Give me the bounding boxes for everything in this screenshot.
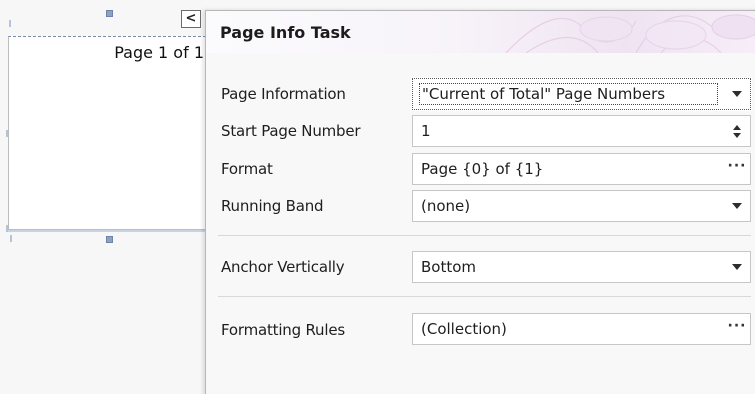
- chevron-down-icon: [732, 203, 742, 209]
- label-running-band: Running Band: [221, 197, 324, 215]
- formatting-rules-value: (Collection): [421, 320, 507, 338]
- page-information-dropdown-button[interactable]: [724, 79, 750, 109]
- selection-handle-top[interactable]: [106, 10, 113, 17]
- page-information-dropdown[interactable]: "Current of Total" Page Numbers: [411, 77, 752, 111]
- panel-title: Page Info Task: [220, 23, 351, 42]
- ellipsis-icon: ···: [727, 318, 747, 334]
- chevron-down-icon: [732, 91, 742, 97]
- running-band-dropdown-button[interactable]: [724, 191, 750, 221]
- smart-tag-button[interactable]: <: [181, 10, 201, 28]
- running-band-dropdown[interactable]: (none): [412, 190, 751, 222]
- formatting-rules-editor[interactable]: (Collection) ···: [412, 313, 751, 345]
- spin-up-icon[interactable]: [733, 124, 741, 130]
- control-bottom-edge: [8, 230, 208, 232]
- label-format: Format: [221, 160, 273, 178]
- label-start-page-number: Start Page Number: [221, 122, 361, 140]
- ellipsis-icon: ···: [727, 158, 747, 174]
- page-info-control[interactable]: Page 1 of 1: [8, 36, 211, 230]
- start-page-number-spinner[interactable]: 1: [412, 115, 751, 147]
- label-anchor-vertically: Anchor Vertically: [221, 258, 345, 276]
- section-separator: [218, 235, 751, 236]
- page-info-task-panel: Page Info Task Page Information "Current…: [205, 10, 755, 394]
- label-page-information: Page Information: [221, 85, 346, 103]
- format-ellipsis-button[interactable]: ···: [724, 154, 750, 184]
- report-design-surface: Page 1 of 1 <: [0, 0, 211, 394]
- section-separator: [218, 296, 751, 297]
- formatting-rules-ellipsis-button[interactable]: ···: [724, 314, 750, 344]
- start-page-number-value: 1: [421, 122, 431, 140]
- spin-down-icon[interactable]: [733, 132, 741, 138]
- running-band-value: (none): [421, 197, 471, 215]
- label-formatting-rules: Formatting Rules: [221, 321, 345, 339]
- selection-handle-bottom[interactable]: [106, 236, 113, 243]
- page-info-control-text: Page 1 of 1: [114, 43, 204, 62]
- format-value: Page {0} of {1}: [421, 160, 544, 178]
- anchor-vertically-dropdown-button[interactable]: [724, 252, 750, 282]
- panel-header: Page Info Task: [206, 11, 755, 53]
- format-editor[interactable]: Page {0} of {1} ···: [412, 153, 751, 185]
- page-information-value: "Current of Total" Page Numbers: [419, 83, 718, 105]
- spin-buttons[interactable]: [724, 116, 750, 146]
- ruler-guide: [9, 20, 11, 27]
- anchor-vertically-dropdown[interactable]: Bottom: [412, 251, 751, 283]
- ruler-guide: [10, 235, 12, 242]
- anchor-vertically-value: Bottom: [421, 258, 477, 276]
- chevron-down-icon: [732, 264, 742, 270]
